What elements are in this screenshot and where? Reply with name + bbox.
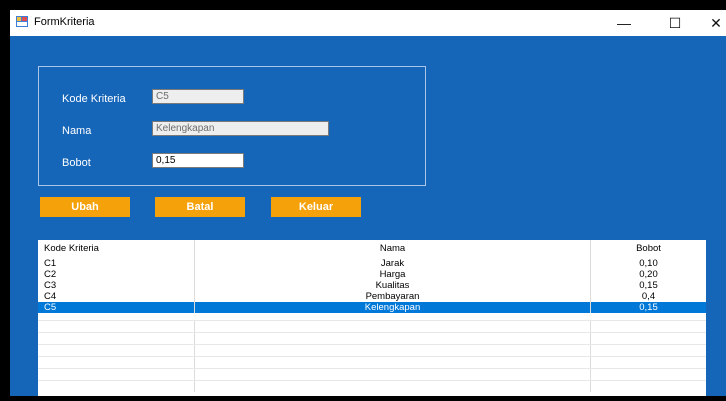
cell-bobot: 0,10 [590,258,706,269]
cell-bobot: 0,4 [590,291,706,302]
cell-kode: C5 [44,302,57,313]
cell-nama: Kualitas [194,280,590,291]
empty-row [38,344,706,356]
ubah-button[interactable]: Ubah [40,197,130,217]
form-client-area: Kode Kriteria C5 Nama Kelengkapan Bobot … [10,36,726,396]
window-title: FormKriteria [34,16,95,28]
title-bar[interactable]: FormKriteria — ☐ ✕ [10,10,726,36]
minimize-button[interactable]: — [606,10,642,36]
table-row-selected[interactable]: C5 Kelengkapan 0,15 [38,302,706,313]
form-app-icon [16,16,28,27]
keluar-button[interactable]: Keluar [271,197,361,217]
cell-bobot: 0,20 [590,269,706,280]
cell-kode: C4 [44,291,57,302]
cell-nama: Pembayaran [194,291,590,302]
table-row[interactable]: C4 Pembayaran 0,4 [38,291,706,302]
kode-kriteria-field[interactable]: C5 [152,89,244,104]
batal-button[interactable]: Batal [155,197,245,217]
column-header-kode[interactable]: Kode Kriteria [38,240,194,258]
kode-kriteria-label: Kode Kriteria [62,93,126,105]
cell-kode: C1 [44,258,57,269]
empty-row [38,380,706,392]
cell-kode: C3 [44,280,57,291]
column-header-nama[interactable]: Nama [194,240,590,258]
cell-kode: C2 [44,269,57,280]
cell-bobot: 0,15 [590,302,706,313]
input-groupbox: Kode Kriteria C5 Nama Kelengkapan Bobot … [38,66,426,186]
cell-bobot: 0,15 [590,280,706,291]
bobot-field[interactable]: 0,15 [152,153,244,168]
cell-nama: Harga [194,269,590,280]
column-header-bobot[interactable]: Bobot [590,240,706,258]
empty-row [38,368,706,380]
table-row[interactable]: C3 Kualitas 0,15 [38,280,706,291]
empty-row [38,356,706,368]
table-row[interactable]: C1 Jarak 0,10 [38,258,706,269]
maximize-button[interactable]: ☐ [657,10,693,36]
nama-field[interactable]: Kelengkapan [152,121,329,136]
nama-label: Nama [62,125,92,137]
table-header: Kode Kriteria Nama Bobot [38,240,706,258]
cell-nama: Jarak [194,258,590,269]
cell-nama: Kelengkapan [194,302,590,313]
form-kriteria-window: FormKriteria — ☐ ✕ Kode Kriteria C5 Nama… [10,10,726,396]
close-button[interactable]: ✕ [698,10,726,36]
empty-row [38,320,706,332]
kriteria-datagrid[interactable]: Kode Kriteria Nama Bobot C1 Jarak 0,10 C… [38,240,706,396]
table-row[interactable]: C2 Harga 0,20 [38,269,706,280]
bobot-label: Bobot [62,157,91,169]
empty-row [38,332,706,344]
